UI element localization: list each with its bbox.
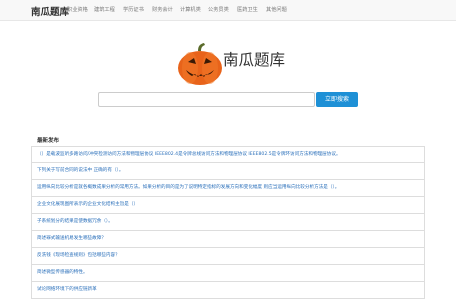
list-item[interactable]: 反洗钱《现场检查规则》包括哪些内容？: [31, 248, 425, 265]
list-item[interactable]: 试论网络环境下的供应链新革: [31, 282, 425, 299]
pumpkin-icon: [176, 42, 224, 86]
list-item[interactable]: 子系统划分的结果是使数据冗余（）。: [31, 214, 425, 231]
list-item[interactable]: 运用纵向比较分析是就各概数成果分析的常用方法。如果分析的目的是为了说明特定指标的…: [31, 180, 425, 197]
nav-item-zhiye[interactable]: 职业资格: [67, 6, 88, 13]
list-item[interactable]: （）是载波监听多路访问/冲突检测访问方法和物理层协议 IEEE802.4是令牌总…: [31, 146, 425, 163]
nav-item-gongwuyuan[interactable]: 公务员类: [208, 6, 229, 13]
nav-item-xueli[interactable]: 学历证书: [123, 6, 144, 13]
list-item[interactable]: 企业文化展现图所表示的企业文化结构主旨是（）: [31, 197, 425, 214]
list-item[interactable]: 下列关于写前合同的说法中 正确的有（）。: [31, 163, 425, 180]
nav-item-jisuanji[interactable]: 计算机类: [180, 6, 201, 13]
logo-title: 南瓜题库: [223, 51, 286, 69]
nav-item-jianzhu[interactable]: 建筑工程: [94, 6, 115, 13]
latest-heading: 最新发布: [37, 138, 60, 144]
nav-item-caiwu[interactable]: 财务会计: [152, 6, 173, 13]
nav-item-yiyao[interactable]: 医药卫生: [237, 6, 258, 13]
nav-item-qita[interactable]: 其他问题: [266, 6, 287, 13]
list-item[interactable]: 简述罪式输送机易发生哪些故障？: [31, 231, 425, 248]
search-button[interactable]: 立即搜索: [316, 92, 358, 107]
latest-list: （）是载波监听多路访问/冲突检测访问方法和物理层协议 IEEE802.4是令牌总…: [31, 146, 425, 299]
search-input[interactable]: [98, 92, 315, 107]
navbar: 南瓜题库 职业资格 建筑工程 学历证书 财务会计 计算机类 公务员类 医药卫生 …: [0, 0, 456, 21]
site-brand[interactable]: 南瓜题库: [31, 4, 69, 18]
list-item[interactable]: 简述微型传感器的特性。: [31, 265, 425, 282]
